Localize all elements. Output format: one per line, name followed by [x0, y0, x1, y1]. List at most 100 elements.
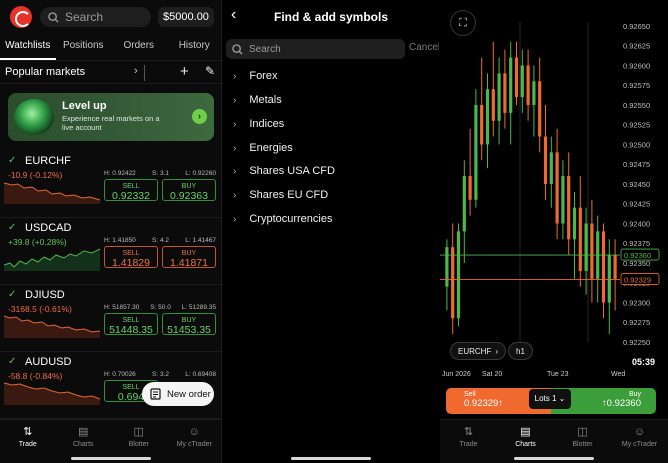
sell-button[interactable]: SELL 1.41829 [104, 246, 158, 269]
y-tick-label: 0.92600 [623, 61, 650, 70]
candle-body [567, 176, 571, 240]
instrument-row[interactable]: ✓ EURCHF -10.9 (-0.12%) H: 0.92422 S: 3.1… [0, 152, 221, 218]
tab-orders[interactable]: Orders [111, 36, 167, 60]
fullscreen-icon[interactable]: ⛶ [450, 10, 476, 36]
candle-body [520, 65, 524, 98]
candle-body [480, 104, 484, 145]
instrument-row[interactable]: ✓ DJIUSD -3168.5 (-0.61%) H: 51857.30 S: … [0, 286, 221, 352]
candle-body [526, 65, 530, 105]
search-input[interactable]: Search [40, 7, 151, 27]
chevron-right-icon: › [233, 165, 237, 177]
balance-badge[interactable]: $5000.00 [158, 7, 214, 27]
nav-my-ctrader[interactable]: ☺ My cTrader [611, 420, 668, 463]
sparkline [4, 382, 100, 405]
bid-price-label: 0.92329 [624, 276, 651, 285]
chart-panel: 0.92650 0.92625 0.92600 0.92575 0.92550 0.925… [440, 0, 668, 463]
level-up-banner[interactable]: Level up Experience real markets on a li… [8, 93, 214, 141]
sell-label: SELL [122, 183, 140, 190]
candle-body [474, 104, 478, 200]
new-order-button[interactable]: New order [142, 382, 214, 406]
watchlist-panel: Search $5000.00 Watchlists Positions Ord… [0, 0, 222, 463]
low-value: L: 0.69408 [185, 371, 216, 378]
watchlist-tabs: Watchlists Positions Orders History [0, 36, 222, 60]
category-shares-usa[interactable]: › Shares USA CFD [233, 162, 335, 180]
blotter-icon: ◫ [133, 426, 144, 438]
y-tick-label: 0.92250 [623, 338, 650, 347]
chart-icon: ▤ [520, 426, 531, 438]
nav-blotter-label: Blotter [572, 441, 593, 448]
search-placeholder: Search [65, 10, 104, 24]
category-crypto[interactable]: › Cryptocurrencies [233, 210, 332, 228]
home-indicator [514, 457, 594, 460]
promo-subtitle: Experience real markets on a live accoun… [62, 114, 160, 132]
low-value: L: 51289.35 [181, 304, 216, 311]
watchlist-title[interactable]: Popular markets [5, 66, 85, 78]
symbol-label: EURCHF [458, 346, 492, 356]
y-tick-label: 0.92275 [623, 318, 650, 327]
lots-selector[interactable]: Lots 1 ⌄ [529, 389, 571, 409]
category-forex[interactable]: › Forex [233, 67, 277, 85]
watchlist-topbar: Search $5000.00 [0, 0, 221, 34]
candle-body [514, 57, 519, 98]
chevron-right-icon[interactable]: › [134, 65, 138, 77]
tab-history[interactable]: History [167, 36, 222, 60]
candlestick-chart[interactable]: 0.92650 0.92625 0.92600 0.92575 0.92550 0.925… [440, 0, 668, 370]
nav-trade[interactable]: ⇅ Trade [440, 420, 497, 463]
candle-body [613, 255, 617, 279]
search-placeholder: Search [249, 43, 281, 55]
arrow-right-icon[interactable]: › [192, 109, 207, 124]
symbol-selector[interactable]: EURCHF › [450, 342, 507, 360]
nav-trade-label: Trade [18, 441, 37, 448]
instrument-symbol: EURCHF [25, 155, 71, 167]
nav-my-ctrader[interactable]: ☺ My cTrader [167, 420, 222, 463]
high-low-spread: H: 0.70026 S: 3.2 L: 0.69408 [104, 371, 216, 378]
buy-button[interactable]: BUY 51453.35 [162, 313, 216, 336]
check-icon: ✓ [8, 155, 17, 166]
candle-body [601, 231, 606, 303]
category-energies[interactable]: › Energies [233, 139, 293, 157]
buy-button[interactable]: BUY 0.92363 [162, 179, 216, 202]
sell-label: SELL [122, 250, 140, 257]
new-order-label: New order [167, 388, 211, 400]
chevron-right-icon: › [495, 346, 499, 356]
sell-button[interactable]: SELL 0.92332 [104, 179, 158, 202]
sell-label: SELL [122, 317, 140, 324]
ctrader-logo[interactable] [10, 6, 32, 28]
category-label: Shares USA CFD [249, 165, 335, 177]
y-tick-label: 0.92400 [623, 219, 650, 228]
check-icon: ✓ [8, 222, 17, 233]
buy-button[interactable]: BUY 1.41871 [162, 246, 216, 269]
nav-my-ctrader-label: My cTrader [176, 441, 212, 448]
candle-body [532, 81, 536, 105]
nav-trade[interactable]: ⇅ Trade [0, 420, 56, 463]
buy-price: 1.41871 [170, 257, 208, 269]
category-indices[interactable]: › Indices [233, 115, 284, 133]
low-value: L: 1.41467 [185, 237, 216, 244]
candle-body [456, 231, 461, 319]
instrument-symbol: AUDUSD [25, 356, 72, 368]
sell-button[interactable]: SELL 51448.35 [104, 313, 158, 336]
candle-body [607, 255, 611, 303]
candle-body [462, 176, 466, 232]
tab-positions[interactable]: Positions [56, 36, 112, 60]
time-label: 05:39 [632, 357, 656, 367]
date-label: Wed [611, 371, 626, 378]
add-icon[interactable]: + [180, 63, 189, 80]
nav-my-ctrader-label: My cTrader [621, 441, 658, 448]
lots-label: Lots 1 [534, 394, 557, 403]
category-shares-eu[interactable]: › Shares EU CFD [233, 186, 328, 204]
candle-body [538, 81, 542, 137]
chevron-right-icon: › [233, 213, 237, 225]
symbol-search-input[interactable]: Search [226, 39, 405, 59]
tab-watchlists[interactable]: Watchlists [0, 36, 56, 60]
date-label: Tue 23 [547, 371, 569, 378]
instrument-row[interactable]: ✓ USDCAD +39.8 (+0.28%) H: 1.41850 S: 4.2… [0, 219, 221, 285]
candle-body [468, 176, 472, 200]
edit-icon[interactable]: ✎ [205, 64, 215, 78]
timeframe-selector[interactable]: h1 [508, 342, 533, 360]
high-value: H: 0.92422 [104, 170, 136, 177]
category-metals[interactable]: › Metals [233, 91, 282, 109]
cancel-button[interactable]: Cancel [409, 42, 439, 53]
candle-body [549, 152, 553, 184]
promo-title: Level up [62, 100, 107, 112]
